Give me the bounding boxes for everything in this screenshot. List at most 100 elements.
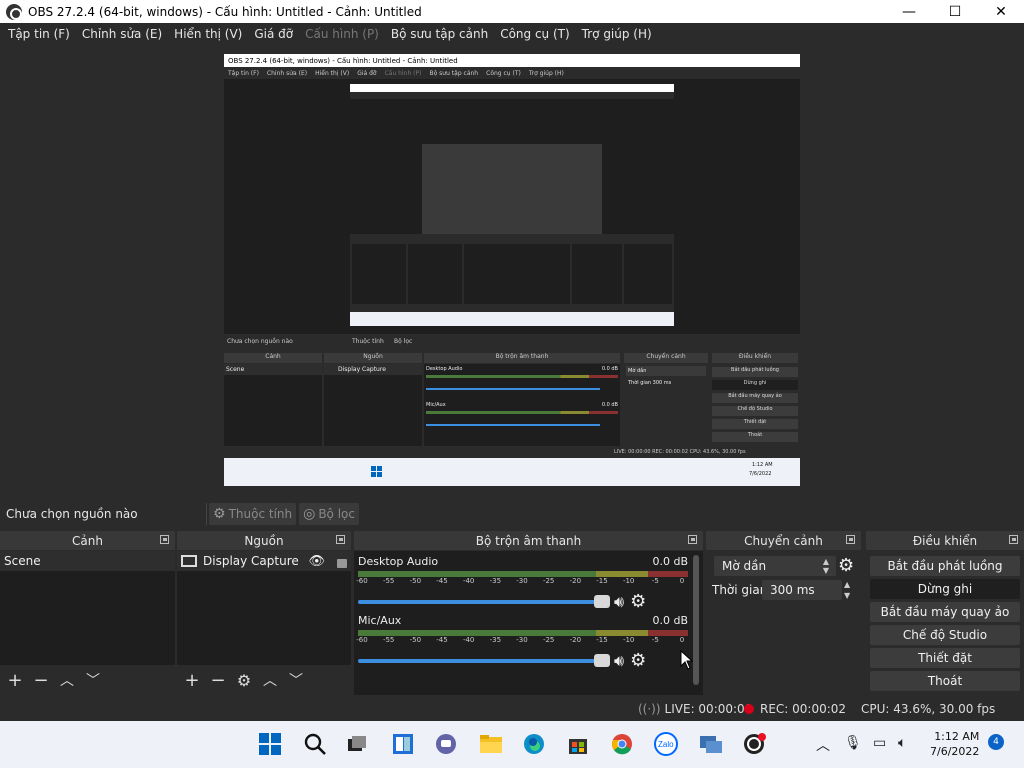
speaker-icon[interactable]: 🔊︎ — [614, 592, 624, 612]
menu-docks[interactable]: Giá đỡ — [248, 27, 299, 41]
meter-tick-label: -5 — [651, 636, 659, 644]
close-button[interactable]: ✕ — [978, 0, 1024, 23]
nested-properties: Thuộc tính — [352, 338, 384, 345]
nested-menu-item: Giá đỡ — [357, 69, 377, 77]
status-bar: ((·)) LIVE: 00:00:00 REC: 00:00:02 CPU: … — [0, 697, 1024, 721]
nested-status: LIVE: 00:00:00 REC: 00:00:02 CPU: 43.6%,… — [614, 449, 746, 455]
notification-badge[interactable]: 4 — [988, 734, 1004, 750]
clock-date: 7/6/2022 — [930, 745, 980, 758]
nested-no-source: Chưa chọn nguồn nào — [227, 338, 293, 345]
scenes-dock-header: Cảnh — [0, 531, 175, 550]
move-up-icon[interactable]: ︿ — [56, 669, 78, 691]
undock-icon[interactable] — [336, 535, 345, 544]
nested-scenes-head: Cảnh — [224, 353, 322, 363]
add-icon[interactable]: + — [181, 669, 203, 691]
audio-mixer-dock: Bộ trộn âm thanh Desktop Audio 0.0 dB -6… — [354, 531, 703, 695]
nested-transitions-head: Chuyển cảnh — [624, 353, 708, 363]
move-up-icon[interactable]: ︿ — [259, 669, 281, 691]
mixer-channel-desktop: Desktop Audio 0.0 dB -60 -55 -50 -45 -40 -35-… — [356, 555, 688, 612]
meter-tick-label: 0 — [679, 577, 685, 585]
mouse-cursor-icon — [680, 650, 694, 670]
channel-name: Desktop Audio — [358, 555, 439, 568]
duration-label: Thời gian — [712, 583, 768, 597]
maximize-button[interactable]: ☐ — [932, 0, 978, 23]
start-streaming-button[interactable]: Bắt đầu phát luồng — [870, 556, 1020, 576]
scene-item[interactable]: Scene — [0, 551, 175, 571]
teams-chat-icon[interactable] — [434, 732, 458, 756]
meter-tick-label: -50 — [409, 636, 422, 644]
filter-icon: ◎ — [303, 505, 316, 522]
chrome-icon[interactable] — [610, 732, 634, 756]
menu-file[interactable]: Tập tin (F) — [2, 27, 76, 41]
edge-browser-icon[interactable] — [522, 732, 546, 756]
start-virtual-camera-button[interactable]: Bắt đầu máy quay ảo — [870, 602, 1020, 622]
menu-help[interactable]: Trợ giúp (H) — [576, 27, 658, 41]
gear-icon[interactable]: ⚙ — [838, 555, 854, 576]
duration-value: 300 ms — [770, 583, 815, 597]
menu-scene-collection[interactable]: Bộ sưu tập cảnh — [385, 27, 494, 41]
nested-control-btn: Thiết đặt — [712, 419, 798, 429]
file-explorer-icon[interactable] — [479, 732, 503, 756]
studio-mode-button[interactable]: Chế độ Studio — [870, 625, 1020, 645]
preview-canvas[interactable]: OBS 27.2.4 (64-bit, windows) - Cấu hình:… — [224, 54, 800, 486]
chevron-up-icon[interactable]: ︿ — [816, 735, 830, 755]
exit-button[interactable]: Thoát — [870, 671, 1020, 691]
speaker-icon[interactable]: 🔊︎ — [614, 651, 624, 671]
settings-button[interactable]: Thiết đặt — [870, 648, 1020, 668]
volume-slider[interactable] — [358, 653, 610, 667]
menu-edit[interactable]: Chỉnh sửa (E) — [76, 27, 168, 41]
add-icon[interactable]: + — [4, 669, 26, 691]
nested-control-btn: Bắt đầu phát luồng — [712, 367, 798, 377]
source-item[interactable]: Display Capture 👁 — [177, 551, 351, 571]
remote-desktop-icon[interactable] — [699, 732, 723, 756]
windows-start-icon[interactable] — [258, 732, 282, 756]
undock-icon[interactable] — [846, 535, 855, 544]
nested-menu-item: Hiển thị (V) — [315, 69, 350, 77]
visibility-eye-icon[interactable]: 👁 — [308, 554, 325, 569]
obs-taskbar-icon[interactable] — [743, 732, 767, 756]
properties-button[interactable]: ⚙ Thuộc tính — [209, 502, 297, 525]
gear-icon[interactable]: ⚙ — [630, 650, 646, 671]
lock-icon[interactable] — [337, 558, 347, 568]
store-icon[interactable] — [566, 732, 590, 756]
mixer-channel-mic: Mic/Aux 0.0 dB -60 -55 -50 -45 -40 -35 -30 -25-… — [356, 614, 688, 671]
menu-tools[interactable]: Công cụ (T) — [494, 27, 575, 41]
undock-icon[interactable] — [688, 535, 697, 544]
remove-icon[interactable]: − — [30, 669, 52, 691]
volume-slider[interactable] — [358, 594, 610, 608]
meter-tick-label: -10 — [622, 636, 635, 644]
microphone-icon[interactable]: 🎙︎ — [844, 735, 862, 751]
filters-button[interactable]: ◎ Bộ lọc — [299, 502, 359, 525]
volume-icon[interactable]: 🔈︎ — [898, 735, 906, 751]
undock-icon[interactable] — [1009, 535, 1018, 544]
channel-db: 0.0 dB — [652, 614, 688, 627]
widgets-icon[interactable] — [391, 732, 415, 756]
spin-arrows-icon[interactable]: ▲ ▼ — [844, 579, 850, 601]
meter-tick-label: -45 — [436, 577, 448, 585]
duration-spinbox[interactable]: 300 ms — [762, 580, 842, 600]
meter-tick-label: -35 — [489, 577, 502, 585]
window-title: OBS 27.2.4 (64-bit, windows) - Cấu hình:… — [28, 4, 422, 19]
search-icon[interactable] — [303, 732, 327, 756]
zalo-icon[interactable]: Zalo — [654, 732, 678, 756]
menu-view[interactable]: Hiển thị (V) — [168, 27, 248, 41]
stop-recording-button[interactable]: Dừng ghi — [870, 579, 1020, 599]
remove-icon[interactable]: − — [207, 669, 229, 691]
undock-icon[interactable] — [160, 535, 169, 544]
minimize-button[interactable]: — — [886, 0, 932, 23]
meter-ticks: -60 -55 -50 -45 -40 -35 -30 -25 -20 -15 -10 -5 0 — [356, 577, 688, 587]
windows-taskbar: Zalo ︿ 🎙︎ ▭ 🔈︎ 1:12 AM 7/6/2022 4 — [0, 721, 1024, 768]
nested-mixer-head: Bộ trộn âm thanh — [424, 353, 620, 363]
menu-profile[interactable]: Cấu hình (P) — [299, 27, 385, 41]
transition-select[interactable]: Mờ dần ▲ ▼ — [714, 556, 836, 576]
nested-desktop-audio: Desktop Audio — [426, 366, 463, 372]
taskbar-clock[interactable]: 1:12 AM 7/6/2022 — [930, 729, 979, 759]
move-down-icon[interactable]: ﹀ — [82, 669, 104, 691]
task-view-icon[interactable] — [345, 732, 369, 756]
network-icon[interactable]: ▭ — [873, 735, 886, 751]
gear-icon[interactable]: ⚙ — [630, 591, 646, 612]
meter-tick-label: -50 — [409, 577, 422, 585]
move-down-icon[interactable]: ﹀ — [285, 669, 307, 691]
cpu-status: CPU: 43.6%, 30.00 fps — [861, 702, 996, 716]
gear-icon[interactable]: ⚙ — [233, 669, 255, 691]
